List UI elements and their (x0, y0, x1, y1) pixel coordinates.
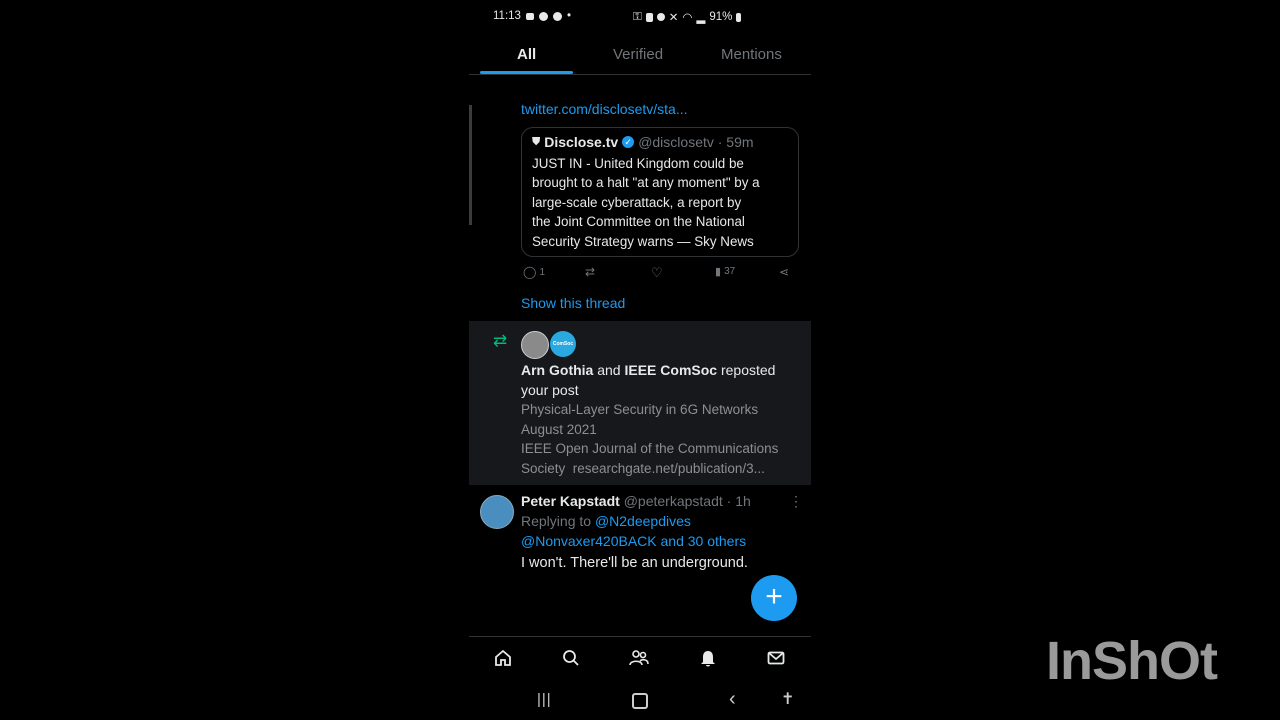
preview-line: Physical-Layer Security in 6G Networks (521, 402, 759, 417)
recent-apps-icon[interactable]: ||| (537, 691, 552, 708)
phone-screen: 11:13 • ⚿ ✕ ◠ ▂ 91% All Verified Mention… (469, 0, 811, 720)
replying-to: Replying to @N2deepdives @Nonvaxer420BAC… (521, 512, 806, 551)
lock-icon (645, 12, 653, 22)
play-icon (538, 11, 548, 21)
quote-line: brought to a halt "at any moment" by a (532, 175, 760, 191)
repost-line-2: your post (521, 381, 579, 398)
accessibility-icon[interactable]: ✝ (781, 689, 794, 709)
notification-tabs: All Verified Mentions (469, 38, 811, 75)
quote-header: ⛊ Disclose.tv ✓ @disclosetv · 59m (532, 134, 754, 150)
repost-button[interactable]: ⇄ (585, 265, 595, 279)
repost-icon: ⇄ (493, 331, 508, 350)
avatar[interactable] (521, 331, 549, 359)
quoted-post[interactable]: ⛊ Disclose.tv ✓ @disclosetv · 59m JUST I… (521, 127, 799, 257)
notifications-feed[interactable]: twitter.com/disclosetv/sta... ⛊ Disclose… (469, 75, 811, 635)
repost-conj: and (597, 362, 621, 378)
battery-icon (736, 12, 742, 22)
quote-text: JUST IN - United Kingdom could be brough… (532, 154, 794, 251)
messages-icon[interactable] (765, 647, 787, 669)
repost-verb: reposted (720, 362, 776, 378)
search-icon[interactable] (560, 647, 582, 669)
post-actions: ◯ 1 ⇄ ♡ ▮ 37 ⋖ (521, 265, 797, 283)
tweet-author-name[interactable]: Peter Kapstadt (521, 493, 620, 509)
more-options-icon[interactable]: ⋮ (789, 493, 803, 510)
notifications-icon[interactable] (697, 647, 719, 669)
share-button[interactable]: ⋖ (779, 265, 789, 279)
communities-icon[interactable] (628, 647, 650, 669)
quote-handle-time: @disclosetv · 59m (638, 134, 754, 150)
dot-icon: • (566, 10, 571, 22)
inshot-watermark: InShOt (1046, 631, 1218, 691)
preview-line: Society researchgate.net/publication/3..… (521, 460, 765, 476)
tweet-handle-time: @peterkapstadt · 1h (623, 493, 751, 509)
replying-prefix: Replying to (521, 513, 592, 529)
tab-all[interactable]: All (517, 46, 536, 63)
mute-icon: ✕ (668, 12, 679, 24)
reposted-post-preview: Physical-Layer Security in 6G Networks A… (521, 400, 801, 478)
alarm-icon (656, 13, 665, 21)
views-icon: ▮ (715, 266, 722, 278)
key-icon: ⚿ (633, 10, 642, 23)
quote-author-name: Disclose.tv (544, 134, 619, 150)
system-navigation-bar: ||| ‹ ✝ (469, 686, 811, 716)
avatar[interactable] (480, 495, 514, 529)
reply-count: 1 (539, 266, 545, 278)
wifi-icon: ◠ (682, 12, 693, 24)
quote-line: the Joint Committee on the National (532, 214, 745, 230)
preview-line: IEEE Open Journal of the Communications (521, 441, 779, 456)
shield-icon: ⛊ (532, 135, 541, 148)
thread-link[interactable]: twitter.com/disclosetv/sta... (521, 101, 688, 117)
tab-verified[interactable]: Verified (613, 46, 663, 63)
home-button-icon[interactable] (632, 693, 648, 709)
status-bar: 11:13 • ⚿ ✕ ◠ ▂ 91% (469, 10, 811, 32)
views-button[interactable]: ▮ 37 (715, 265, 735, 278)
repost-line-1: Arn Gothia and IEEE ComSoc reposted (521, 361, 801, 381)
compose-button[interactable]: + (751, 575, 797, 621)
bottom-navigation (469, 636, 811, 679)
repost-text: Arn Gothia and IEEE ComSoc reposted your… (521, 361, 801, 478)
home-icon[interactable] (492, 647, 514, 669)
reply-button[interactable]: ◯ 1 (523, 265, 545, 279)
battery-level: 91% (709, 11, 733, 23)
avatar-label: ComSoc (552, 341, 574, 347)
quote-line: JUST IN - United Kingdom could be (532, 156, 744, 171)
tweet-text: I won't. There'll be an underground. (521, 555, 748, 571)
tab-mentions[interactable]: Mentions (721, 46, 782, 63)
back-icon[interactable]: ‹ (729, 688, 736, 711)
tweet-header: Peter Kapstadt @peterkapstadt · 1h (521, 493, 751, 509)
repost-user-1[interactable]: Arn Gothia (521, 362, 593, 378)
status-right: ⚿ ✕ ◠ ▂ 91% (633, 10, 742, 24)
cast-icon (525, 12, 534, 20)
status-left: 11:13 • (493, 10, 571, 22)
quote-line: large-scale cyberattack, a report by (532, 194, 742, 210)
verified-badge-icon: ✓ (622, 136, 635, 148)
preview-line: August 2021 (521, 421, 597, 437)
quote-line: Security Strategy warns — Sky News (532, 233, 754, 249)
status-time: 11:13 (493, 10, 521, 22)
share-icon: ⋖ (779, 265, 790, 279)
reply-icon: ◯ (523, 265, 537, 279)
active-tab-indicator (480, 71, 573, 74)
repost-icon: ⇄ (585, 265, 596, 279)
heart-icon: ♡ (651, 265, 663, 280)
avatar[interactable]: ComSoc (550, 331, 576, 357)
repost-notification[interactable]: ⇄ ComSoc Arn Gothia and IEEE ComSoc repo… (469, 321, 811, 485)
repost-user-2[interactable]: IEEE ComSoc (624, 362, 717, 378)
views-count: 37 (724, 266, 736, 277)
show-thread-link[interactable]: Show this thread (521, 295, 625, 311)
replying-user[interactable]: @N2deepdives (595, 513, 691, 529)
like-button[interactable]: ♡ (651, 265, 663, 281)
signal-icon: ▂ (696, 12, 706, 24)
youtube-icon (552, 11, 562, 21)
scrollbar[interactable] (469, 105, 472, 225)
replying-others[interactable]: @Nonvaxer420BACK and 30 others (521, 532, 806, 552)
